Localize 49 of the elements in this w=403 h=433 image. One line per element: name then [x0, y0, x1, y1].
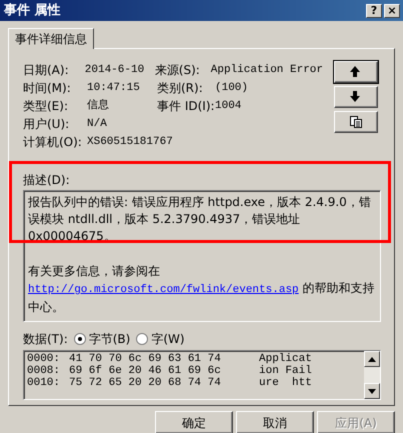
scroll-up-icon[interactable] — [364, 351, 380, 368]
hex-offset: 0008: — [27, 365, 62, 378]
field-value: Application Error — [210, 64, 323, 77]
down-arrow-icon — [350, 91, 362, 104]
up-arrow-icon — [350, 66, 362, 78]
data-label: 数据(T): — [23, 332, 68, 346]
field-value: 2014-6-10 — [84, 64, 146, 77]
close-button[interactable]: × — [384, 4, 400, 18]
copy-icon — [350, 116, 362, 128]
field-value: XS60515181767 — [87, 136, 174, 149]
window-title: 事件 属性 — [4, 2, 61, 18]
field-value: N/A — [87, 118, 108, 131]
up-arrow-button[interactable] — [334, 61, 378, 84]
field-label: 事件 ID(I): — [157, 99, 215, 114]
help-button[interactable]: ? — [366, 4, 382, 18]
radio-button[interactable] — [136, 332, 148, 345]
field-label: 计算机(O): — [23, 135, 83, 150]
data-box[interactable]: 0000: 41 70 70 6c 69 63 61 74 Applicat 0008: 69 6f 6e 20 46 61 69 6c ion Fail 0010: 75 72 65 20 20 68 74 74 ure htt — [23, 350, 381, 400]
hex-text: ion Fail — [259, 365, 312, 378]
copy-button[interactable] — [334, 111, 378, 134]
hex-offset: 0000: — [27, 353, 62, 366]
field-value: 1004 — [215, 100, 242, 113]
field-label: 用户(U): — [23, 117, 70, 132]
hex-bytes: 69 6f 6e 20 46 61 69 6c — [69, 365, 222, 378]
field-value: 信息 — [87, 100, 110, 113]
field-label: 时间(M): — [23, 81, 72, 96]
down-arrow-button[interactable] — [334, 86, 378, 108]
help-link[interactable]: http://go.microsoft.com/fwlink/events.asp — [28, 284, 299, 296]
tab[interactable]: 事件详细信息 — [8, 28, 94, 50]
field-label: 日期(A): — [23, 63, 70, 78]
hex-bytes: 75 72 65 20 20 68 74 74 — [69, 377, 222, 390]
field-value: 10:47:15 — [87, 82, 141, 95]
hex-text: Applicat — [259, 353, 312, 366]
description-label: 描述(D): — [23, 173, 71, 188]
radio-option[interactable]: 字(W) — [136, 332, 185, 346]
scroll-down-icon[interactable] — [364, 383, 380, 400]
field-label: 类别(R): — [157, 81, 204, 96]
dialog-button[interactable]: 取消 — [236, 411, 314, 433]
hex-bytes: 41 70 70 6c 69 63 61 74 — [69, 353, 222, 366]
field-value: (100) — [215, 82, 248, 95]
dialog-button[interactable]: 确定 — [155, 411, 233, 433]
hex-text: ure htt — [259, 377, 312, 390]
radio-button[interactable] — [74, 332, 86, 345]
hex-offset: 0010: — [27, 377, 62, 390]
field-label: 类型(E): — [23, 99, 69, 114]
scrollbar[interactable] — [364, 351, 380, 400]
more-info-text: 有关更多信息，请参阅在 http://go.microsoft.com/fwlink/events.asp 的帮助和支持中心。 — [28, 262, 376, 316]
field-label: 来源(S): — [154, 63, 201, 78]
radio-option[interactable]: 字节(B) — [74, 332, 130, 346]
